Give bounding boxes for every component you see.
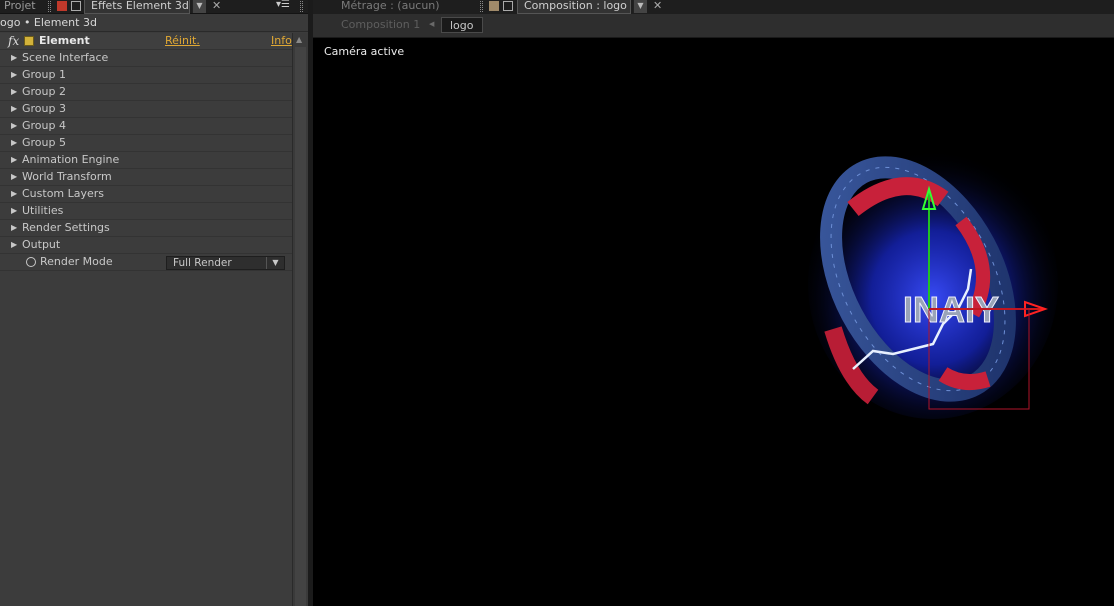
group-label: Group 2 [22,85,66,98]
group-row[interactable]: ▶ Group 2 [0,84,292,101]
chevron-down-icon[interactable]: ▼ [266,257,284,269]
group-row[interactable]: ▶ Custom Layers [0,186,292,203]
effects-panel-icon [57,1,67,11]
expand-triangle-icon[interactable]: ▶ [11,186,17,202]
group-row[interactable]: ▶ Group 5 [0,135,292,152]
plugin-icon [24,36,34,46]
group-row[interactable]: ▶ Group 3 [0,101,292,118]
info-link[interactable]: Info [271,33,292,49]
expand-triangle-icon[interactable]: ▶ [11,220,17,236]
expand-triangle-icon[interactable]: ▶ [11,67,17,83]
3d-logo-render[interactable]: INAIY [793,129,1073,419]
group-row[interactable]: ▶ World Transform [0,169,292,186]
group-label: Group 5 [22,136,66,149]
breadcrumb-composition-1[interactable]: Composition 1 [333,17,428,33]
group-row[interactable]: ▶ Group 4 [0,118,292,135]
vertical-scrollbar[interactable]: ▲ [292,33,308,606]
lock-icon[interactable] [503,1,513,11]
group-label: Output [22,238,61,251]
group-label: Group 3 [22,102,66,115]
composition-icon [489,1,499,11]
expand-triangle-icon[interactable]: ▶ [11,101,17,117]
tab-composition[interactable]: Composition : logo [517,0,631,14]
expand-triangle-icon[interactable]: ▶ [11,135,17,151]
reset-link[interactable]: Réinit. [165,33,200,49]
render-mode-select[interactable]: Full Render ▼ [166,256,285,270]
expand-triangle-icon[interactable]: ▶ [11,203,17,219]
group-label: Utilities [22,204,64,217]
breadcrumb-arrow-icon: ◀ [429,20,435,28]
group-label: Render Settings [22,221,110,234]
group-row[interactable]: ▶ Output [0,237,292,254]
scroll-track[interactable] [295,47,306,606]
left-tab-bar: Projet Effets Element 3d ▼ ✕ ▾☰ [0,0,308,14]
lock-icon[interactable] [71,1,81,11]
group-row[interactable]: ▶ Scene Interface [0,50,292,67]
tab-grip-icon[interactable] [48,1,51,12]
tab-grip-icon[interactable] [300,1,303,12]
effect-header-row[interactable]: fx Element Réinit. Info [0,33,292,50]
panel-menu-icon[interactable]: ▾☰ [276,0,294,12]
comp-breadcrumb-bar: Composition 1 ◀ logo [313,14,1114,38]
group-label: World Transform [22,170,112,183]
close-icon[interactable]: ✕ [653,0,662,12]
close-icon[interactable]: ✕ [212,0,221,12]
group-label: Group 4 [22,119,66,132]
effect-controls-panel: Projet Effets Element 3d ▼ ✕ ▾☰ ogo • El… [0,0,308,606]
expand-triangle-icon[interactable]: ▶ [11,237,17,253]
expand-triangle-icon[interactable]: ▶ [11,118,17,134]
stopwatch-icon[interactable] [26,257,36,267]
group-row[interactable]: ▶ Render Settings [0,220,292,237]
tab-effets[interactable]: Effets Element 3d [84,0,190,14]
composition-viewport[interactable]: Caméra active INAIY [313,39,1114,606]
tab-metrage[interactable]: Métrage : (aucun) [335,0,475,14]
group-row[interactable]: ▶ Utilities [0,203,292,220]
effect-name[interactable]: Element [39,33,90,49]
chevron-down-icon[interactable]: ▼ [633,0,647,13]
group-label: Scene Interface [22,51,109,64]
scroll-up-icon[interactable]: ▲ [296,35,302,44]
tab-projet[interactable]: Projet [0,0,44,14]
red-arc-bottom [938,367,991,391]
group-label: Group 1 [22,68,66,81]
effect-list: fx Element Réinit. Info ▶ Scene Interface… [0,33,292,271]
comp-tab-bar: Métrage : (aucun) Composition : logo ▼ ✕ [313,0,1114,14]
group-label: Animation Engine [22,153,120,166]
render-mode-label: Render Mode [40,255,113,268]
panel-breadcrumb: ogo • Element 3d [0,14,308,32]
chevron-down-icon[interactable]: ▼ [192,0,206,13]
tab-grip-icon[interactable] [480,1,483,12]
render-mode-row: Render Mode Full Render ▼ [0,254,292,271]
group-label: Custom Layers [22,187,105,200]
expand-triangle-icon[interactable]: ▶ [11,84,17,100]
breadcrumb-logo[interactable]: logo [441,17,483,33]
expand-triangle-icon[interactable]: ▶ [11,169,17,185]
camera-label: Caméra active [324,45,405,58]
expand-triangle-icon[interactable]: ▶ [11,50,17,66]
expand-triangle-icon[interactable]: ▶ [11,152,17,168]
group-row[interactable]: ▶ Animation Engine [0,152,292,169]
fx-icon[interactable]: fx [8,33,19,49]
group-row[interactable]: ▶ Group 1 [0,67,292,84]
composition-panel: Métrage : (aucun) Composition : logo ▼ ✕… [313,0,1114,606]
render-mode-value: Full Render [173,257,232,269]
